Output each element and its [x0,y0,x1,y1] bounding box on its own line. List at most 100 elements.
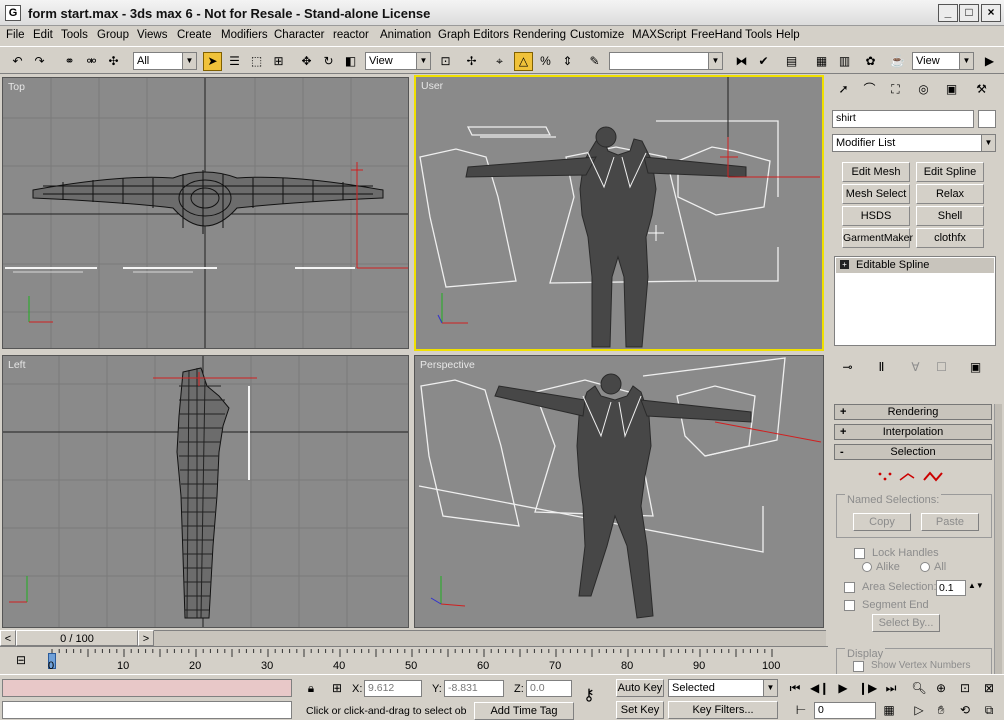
spline-level-icon[interactable] [923,471,943,482]
relax-button[interactable]: Relax [916,184,984,204]
pin-stack-button[interactable]: ⊸ [838,358,857,377]
named-selection-dropdown[interactable]: ▼ [609,52,723,70]
utilities-tab[interactable]: ⚒ [972,80,991,99]
time-slider-prev[interactable]: < [0,630,16,646]
zoom-button[interactable]: 🔍︎ [910,679,928,697]
auto-key-button[interactable]: Auto Key [616,679,664,697]
zoom-all-button[interactable]: ⊕ [932,679,950,697]
track-bar[interactable]: ⊟ 0 10 20 30 40 50 60 70 80 90 100 [0,646,828,674]
snap-toggle-button[interactable]: ⌖ [490,52,509,71]
select-object-button[interactable]: ➤ [203,52,222,71]
configure-modifier-sets-button[interactable]: ▣ [966,358,985,377]
percent-snap-button[interactable]: % [536,52,555,71]
edit-spline-button[interactable]: Edit Spline [916,162,984,182]
set-key-button[interactable]: Set Key [616,701,664,719]
align-button[interactable]: ✔ [754,52,773,71]
select-and-rotate-button[interactable]: ↻ [319,52,338,71]
mesh-select-button[interactable]: Mesh Select [842,184,910,204]
time-slider-track[interactable] [154,630,826,646]
modifier-list-dropdown[interactable]: Modifier List ▼ [832,134,996,152]
maximize-button[interactable]: □ [959,4,979,22]
window-crossing-button[interactable]: ⊞ [269,52,288,71]
motion-tab[interactable]: ◎ [914,80,933,99]
bind-space-warp-button[interactable]: ✣ [104,52,123,71]
selection-rollout[interactable]: - Selection [834,444,992,460]
render-type-dropdown[interactable]: View ▼ [912,52,974,70]
clothfx-button[interactable]: clothfx [916,228,984,248]
3ds-max-icon[interactable]: G [5,5,21,21]
viewport-label-user[interactable]: User [421,80,443,92]
area-selection-checkbox[interactable] [844,582,855,593]
command-panel-scrollbar[interactable] [994,404,1002,674]
maxscript-output-field[interactable] [2,701,292,719]
absolute-offset-toggle[interactable]: ⊞ [328,679,346,697]
field-of-view-button[interactable]: ▷ [910,701,928,719]
time-slider-thumb[interactable]: 0 / 100 [16,630,138,646]
segment-level-icon[interactable] [899,473,915,481]
select-and-scale-button[interactable]: ◧ [341,52,360,71]
paste-button[interactable]: Paste [921,513,979,531]
next-frame-button[interactable]: ❙▶ [858,679,877,697]
viewport-label-top[interactable]: Top [8,81,25,93]
zoom-extents-button[interactable]: ⊡ [956,679,974,697]
menu-maxscript[interactable]: MAXScript [632,29,686,41]
viewport-user[interactable]: User [414,75,824,351]
track-view-button[interactable]: ▦ [812,52,831,71]
schematic-view-button[interactable]: ▥ [835,52,854,71]
go-to-end-button[interactable]: ⏭ [882,679,900,697]
unlink-button[interactable]: ⚮ [82,52,101,71]
material-editor-button[interactable]: ✿ [861,52,880,71]
viewport-label-left[interactable]: Left [8,359,26,371]
hierarchy-tab[interactable]: ⛶ [886,80,905,99]
interpolation-rollout[interactable]: + Interpolation [834,424,992,440]
menu-file[interactable]: File [6,29,25,41]
garmentmaker-button[interactable]: GarmentMaker [842,228,913,248]
menu-animation[interactable]: Animation [380,29,431,41]
current-frame-field[interactable]: 0 [814,702,876,719]
menu-freehand-tools[interactable]: FreeHand Tools [691,29,772,41]
modify-tab[interactable]: ⌒ [860,80,879,99]
menu-rendering[interactable]: Rendering [513,29,566,41]
lock-handles-checkbox[interactable] [854,548,865,559]
remove-modifier-button[interactable]: ☐ [932,358,951,377]
show-vertex-numbers-checkbox[interactable] [853,661,864,672]
menu-help[interactable]: Help [776,29,800,41]
vertex-level-icon[interactable] [878,472,892,481]
object-name-field[interactable]: shirt [832,110,974,128]
key-mode-dropdown[interactable]: Selected ▼ [668,679,778,697]
hsds-button[interactable]: HSDS [842,206,910,226]
menu-views[interactable]: Views [137,29,167,41]
set-key-toggle[interactable]: ⚷ [580,687,598,705]
pivot-center-button[interactable]: ⊡ [436,52,455,71]
menu-customize[interactable]: Customize [570,29,624,41]
menu-tools[interactable]: Tools [61,29,88,41]
minimize-button[interactable]: _ [938,4,958,22]
close-button[interactable]: × [981,4,1001,22]
menu-group[interactable]: Group [97,29,129,41]
spinner-snap-button[interactable]: ⇕ [558,52,577,71]
x-coordinate-field[interactable]: 9.612 [364,680,422,697]
add-time-tag-button[interactable]: Add Time Tag [474,702,574,720]
reference-coordinate-dropdown[interactable]: View ▼ [365,52,431,70]
viewport-label-perspective[interactable]: Perspective [420,359,475,371]
menu-reactor[interactable]: reactor [333,29,369,41]
area-selection-spinner[interactable]: 0.1 [936,580,966,596]
menu-character[interactable]: Character [274,29,325,41]
go-to-start-button[interactable]: ⏮ [786,679,804,697]
menu-modifiers[interactable]: Modifiers [221,29,268,41]
stack-item-editable-spline[interactable]: + Editable Spline [836,258,994,273]
rendering-rollout[interactable]: + Rendering [834,404,992,420]
zoom-extents-all-button[interactable]: ⊠ [980,679,998,697]
select-and-move-button[interactable]: ✥ [297,52,316,71]
viewport-perspective[interactable]: Perspective [414,355,824,628]
layer-manager-button[interactable]: ▤ [782,52,801,71]
select-by-name-button[interactable]: ☰ [225,52,244,71]
redo-button[interactable]: ↷ [30,52,49,71]
expand-plus-icon[interactable]: + [840,260,849,269]
viewport-top[interactable]: Top [2,77,409,349]
select-by-button[interactable]: Select By... [872,614,940,632]
menu-graph-editors[interactable]: Graph Editors [438,29,509,41]
maximize-viewport-button[interactable]: ⧉ [980,701,998,719]
shell-button[interactable]: Shell [916,206,984,226]
display-tab[interactable]: ▣ [942,80,961,99]
